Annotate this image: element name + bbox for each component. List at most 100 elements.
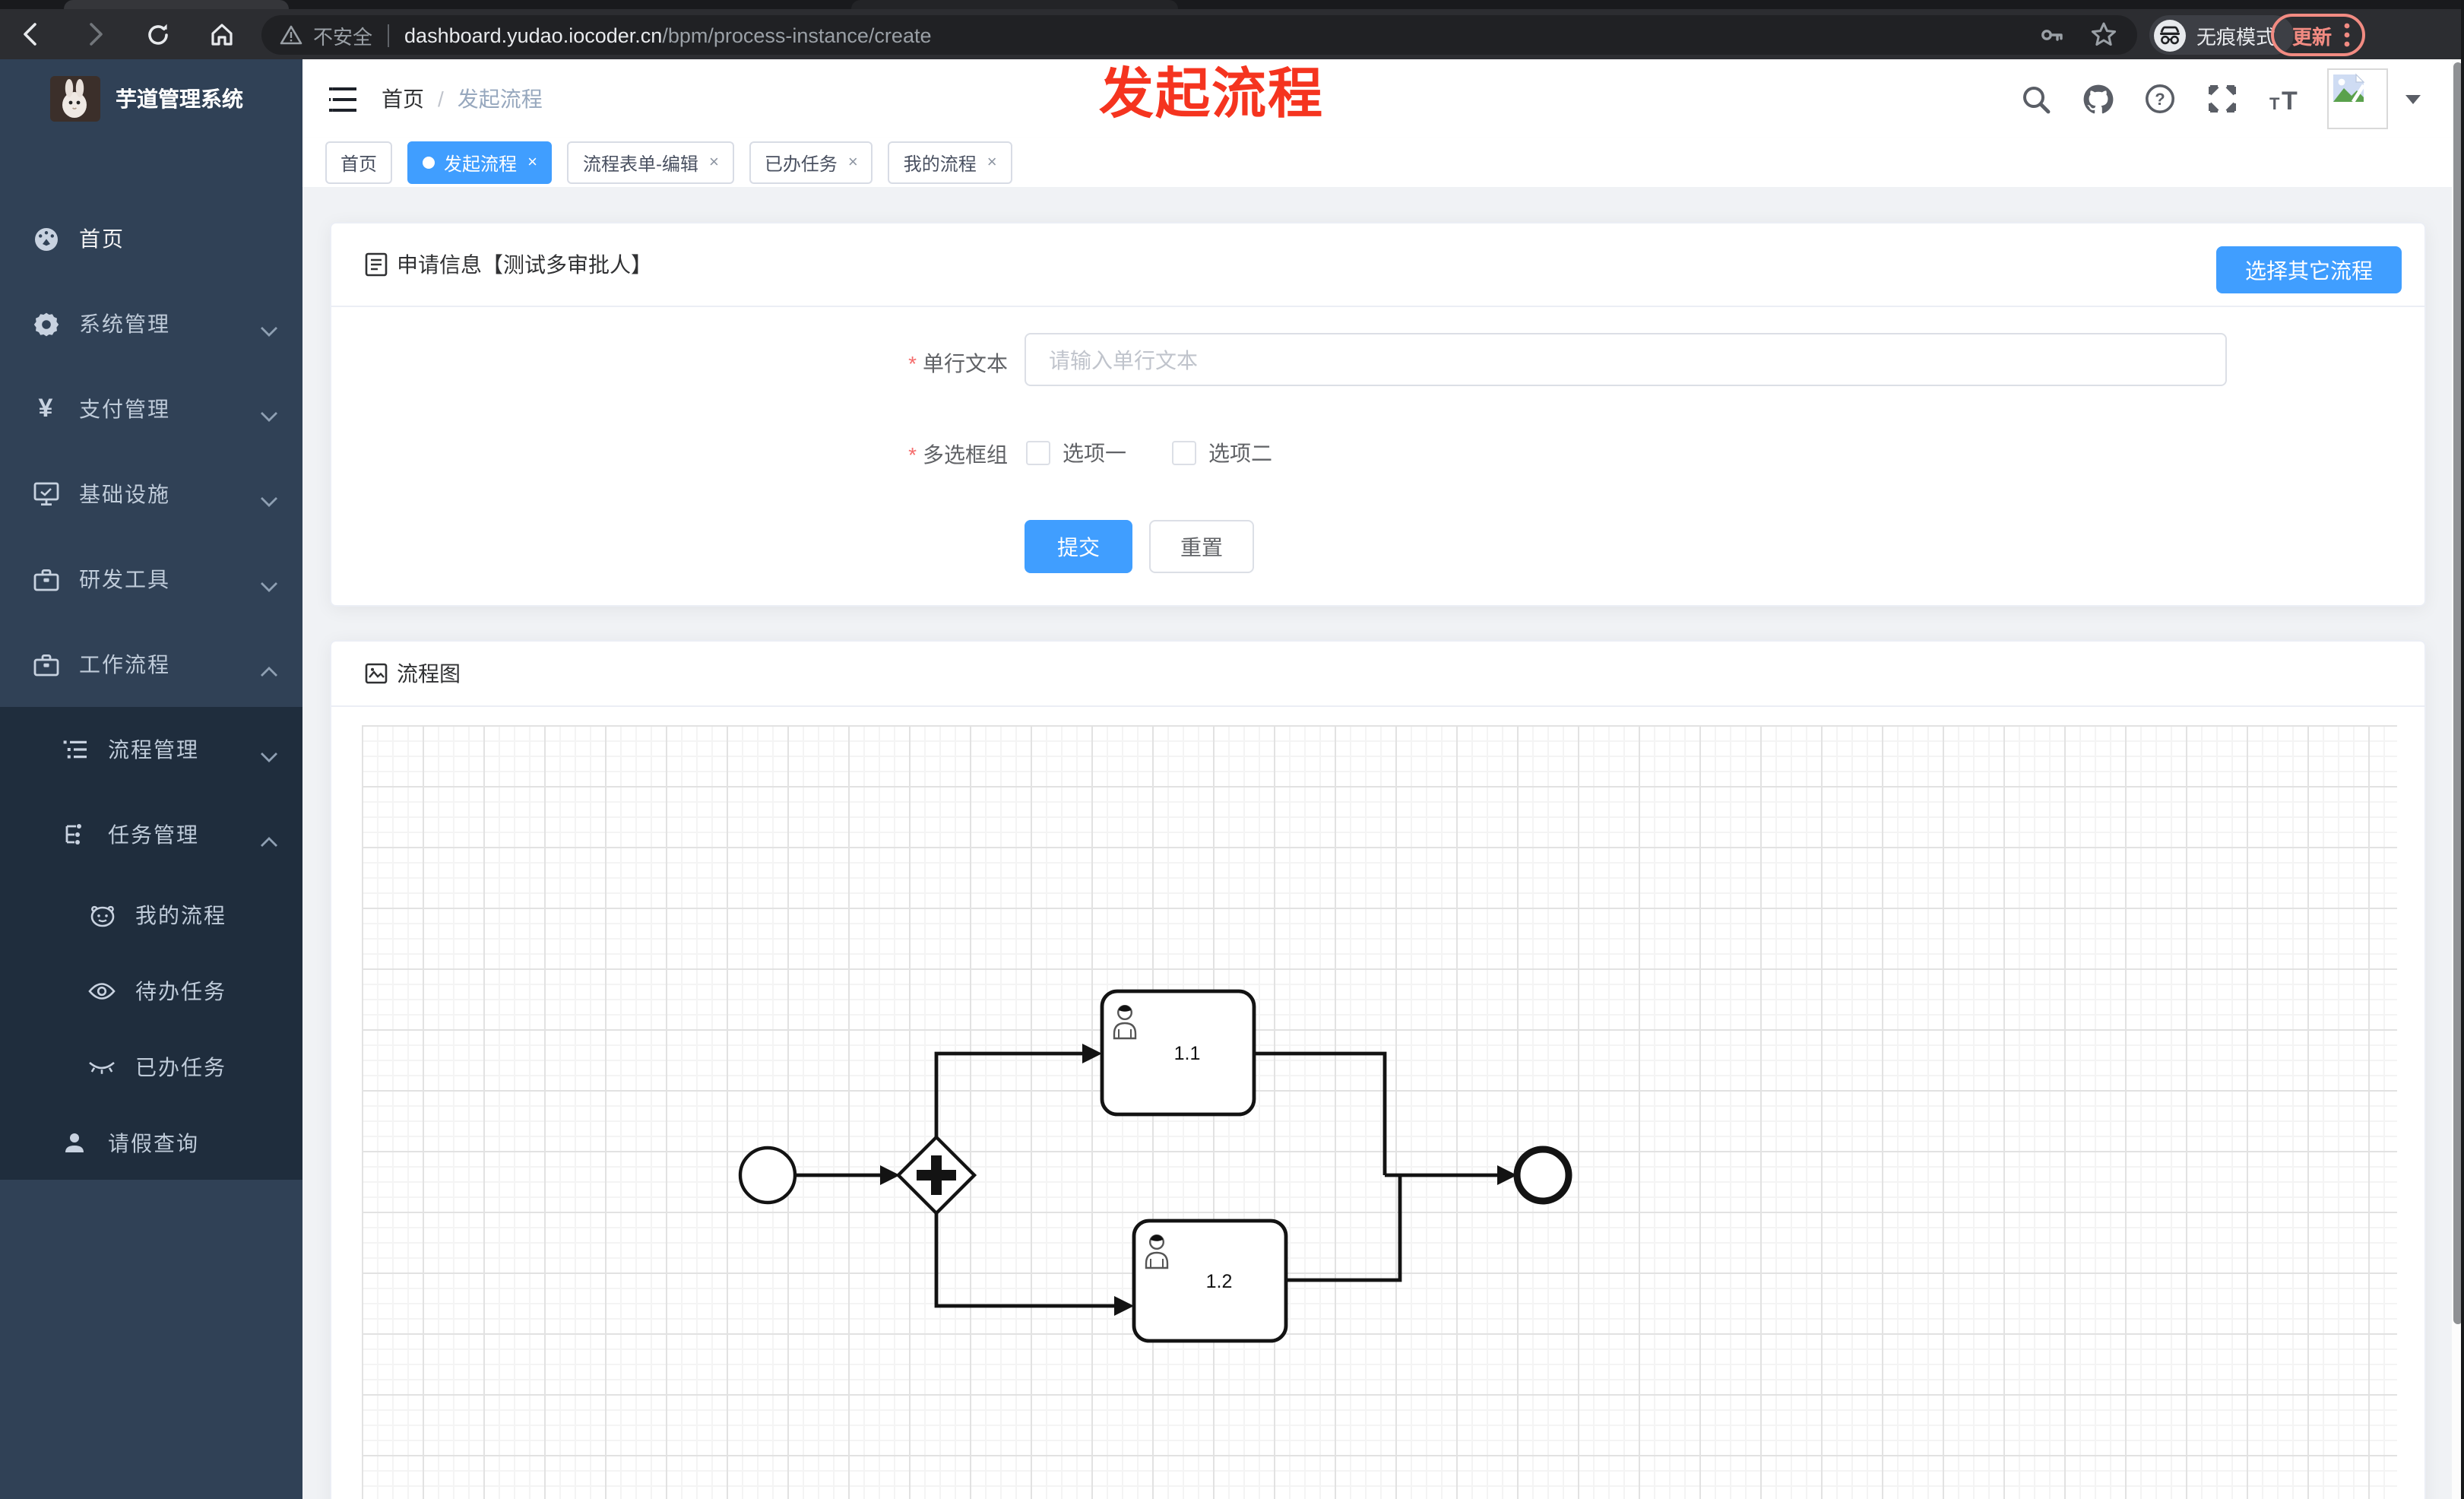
app-logo-row[interactable]: 芋道管理系统 [0, 59, 302, 138]
browser-tabstrip [0, 0, 2464, 9]
sidebar-item-devtools[interactable]: 研发工具 [0, 537, 302, 622]
close-icon[interactable]: × [987, 154, 997, 172]
url-bar[interactable]: 不安全 dashboard.yudao.iocoder.cn/bpm/proce… [261, 15, 2137, 55]
bookmark-star-icon[interactable] [2089, 20, 2119, 50]
tag-done-tasks[interactable]: 已办任务 × [749, 141, 873, 184]
task-label: 1.2 [1206, 1271, 1233, 1292]
close-icon[interactable]: × [848, 154, 858, 172]
app-logo [50, 76, 100, 122]
browser-menu-icon[interactable] [2344, 23, 2350, 47]
tag-home[interactable]: 首页 [325, 141, 393, 184]
sidebar-item-label: 基础设施 [79, 482, 170, 506]
avatar-caret-icon[interactable] [2405, 85, 2421, 113]
yen-icon: ¥ [38, 394, 53, 423]
sidebar-item-home[interactable]: 首页 [0, 196, 302, 281]
svg-text:T: T [2269, 94, 2280, 113]
breadcrumb-home[interactable]: 首页 [382, 84, 424, 114]
diagram-card-title: 流程图 [397, 661, 461, 686]
sidebar-item-todo-tasks[interactable]: 待办任务 [0, 953, 302, 1029]
flow-icon [61, 822, 88, 847]
sidebar-item-task-mgmt[interactable]: 任务管理 [0, 792, 302, 877]
security-label: 不安全 [313, 25, 373, 48]
sidebar-item-done-tasks[interactable]: 已办任务 [0, 1029, 302, 1105]
reset-button[interactable]: 重置 [1149, 520, 1254, 573]
avatar[interactable] [2327, 68, 2388, 129]
breadcrumb-separator: / [438, 87, 444, 111]
active-dot [423, 157, 435, 169]
back-icon[interactable] [9, 13, 52, 55]
sidebar-item-leave-query[interactable]: 请假查询 [0, 1105, 302, 1180]
window-edge [2461, 0, 2464, 1499]
help-icon[interactable]: ? [2140, 79, 2180, 119]
tag-label: 我的流程 [903, 153, 977, 174]
checkbox-icon[interactable] [1026, 441, 1050, 465]
browser-tab[interactable] [851, 0, 1178, 9]
sidebar: 芋道管理系统 首页 系统管理 ¥ 支付管理 基础设施 研发工具 工作流程 流程管… [0, 59, 302, 1499]
tag-form-edit[interactable]: 流程表单-编辑 × [567, 141, 734, 184]
fullscreen-icon[interactable] [2203, 79, 2242, 119]
tag-my-process[interactable]: 我的流程 × [888, 141, 1012, 184]
checkbox-option-2[interactable]: 选项二 [1172, 438, 1272, 468]
sidebar-item-workflow[interactable]: 工作流程 [0, 622, 302, 707]
sidebar-item-label: 工作流程 [79, 652, 170, 677]
sidebar-item-process-mgmt[interactable]: 流程管理 [0, 707, 302, 792]
search-icon[interactable] [2016, 79, 2055, 119]
svg-text:T: T [2282, 87, 2298, 113]
sidebar-collapse-icon[interactable] [324, 81, 360, 117]
process-diagram-card: 流程图 1.1 1.2 [330, 640, 2426, 1499]
broken-image-icon [2333, 73, 2365, 103]
sidebar-item-label: 研发工具 [79, 567, 170, 591]
picture-icon [365, 663, 388, 684]
choose-other-process-button[interactable]: 选择其它流程 [2216, 246, 2402, 293]
browser-update-button[interactable]: 更新 [2271, 14, 2366, 56]
diagram-card-header: 流程图 [331, 642, 2424, 707]
apply-card-header: 申请信息【测试多审批人】 [331, 223, 2424, 307]
incognito-icon [2154, 19, 2186, 51]
browser-active-tab[interactable] [64, 0, 289, 9]
dashboard-icon [32, 226, 59, 252]
sidebar-item-system[interactable]: 系统管理 [0, 281, 302, 366]
reload-icon[interactable] [137, 13, 179, 55]
close-icon[interactable]: × [709, 154, 719, 172]
sidebar-item-label: 请假查询 [108, 1130, 199, 1155]
svg-text:?: ? [2155, 90, 2165, 109]
url-path: /bpm/process-instance/create [662, 24, 932, 46]
chevron-down-icon [260, 743, 278, 768]
checkbox-option-1[interactable]: 选项一 [1026, 438, 1126, 468]
sidebar-item-label: 流程管理 [108, 737, 199, 762]
sidebar-item-label: 已办任务 [135, 1055, 226, 1079]
single-line-text-input[interactable] [1025, 333, 2227, 386]
checkbox-icon[interactable] [1172, 441, 1196, 465]
apply-info-card: 申请信息【测试多审批人】 选择其它流程 *单行文本 *多选框组 选项一 选项二 … [330, 222, 2426, 607]
sidebar-item-my-process[interactable]: 我的流程 [0, 877, 302, 953]
tag-create-process[interactable]: 发起流程 × [407, 141, 553, 184]
not-secure-warning-icon [280, 25, 302, 45]
sidebar-menu: 首页 系统管理 ¥ 支付管理 基础设施 研发工具 工作流程 流程管理 任务管理 … [0, 196, 302, 1180]
github-icon[interactable] [2078, 79, 2117, 119]
close-icon[interactable]: × [527, 154, 537, 172]
chevron-up-icon [260, 658, 278, 683]
sidebar-item-payment[interactable]: ¥ 支付管理 [0, 366, 302, 452]
gear-icon [32, 311, 59, 337]
font-size-icon[interactable]: TT [2265, 79, 2304, 119]
toolbox-icon [32, 568, 59, 591]
update-label: 更新 [2292, 25, 2333, 48]
sidebar-item-infra[interactable]: 基础设施 [0, 452, 302, 537]
sidebar-item-label: 待办任务 [135, 979, 226, 1003]
document-icon [365, 252, 388, 277]
submit-button[interactable]: 提交 [1025, 520, 1132, 573]
bpmn-diagram: 1.1 1.2 [738, 989, 1572, 1343]
home-icon[interactable] [201, 13, 243, 55]
chevron-down-icon [260, 403, 278, 427]
annotation-title: 发起流程 [1099, 62, 1325, 125]
password-key-icon[interactable] [2037, 20, 2067, 50]
chevron-down-icon [260, 488, 278, 512]
workflow-submenu: 流程管理 任务管理 我的流程 待办任务 已办任务 请假查询 [0, 707, 302, 1180]
sidebar-item-label: 系统管理 [79, 312, 170, 336]
app-title: 芋道管理系统 [116, 87, 243, 111]
bpmn-canvas[interactable]: 1.1 1.2 [362, 725, 2397, 1499]
field-label-checkbox-group: * 多选框组 [908, 442, 1008, 467]
tag-label: 已办任务 [764, 153, 838, 174]
field-label-single-line: * 单行文本 [908, 351, 1008, 376]
forward-icon[interactable] [73, 13, 116, 55]
